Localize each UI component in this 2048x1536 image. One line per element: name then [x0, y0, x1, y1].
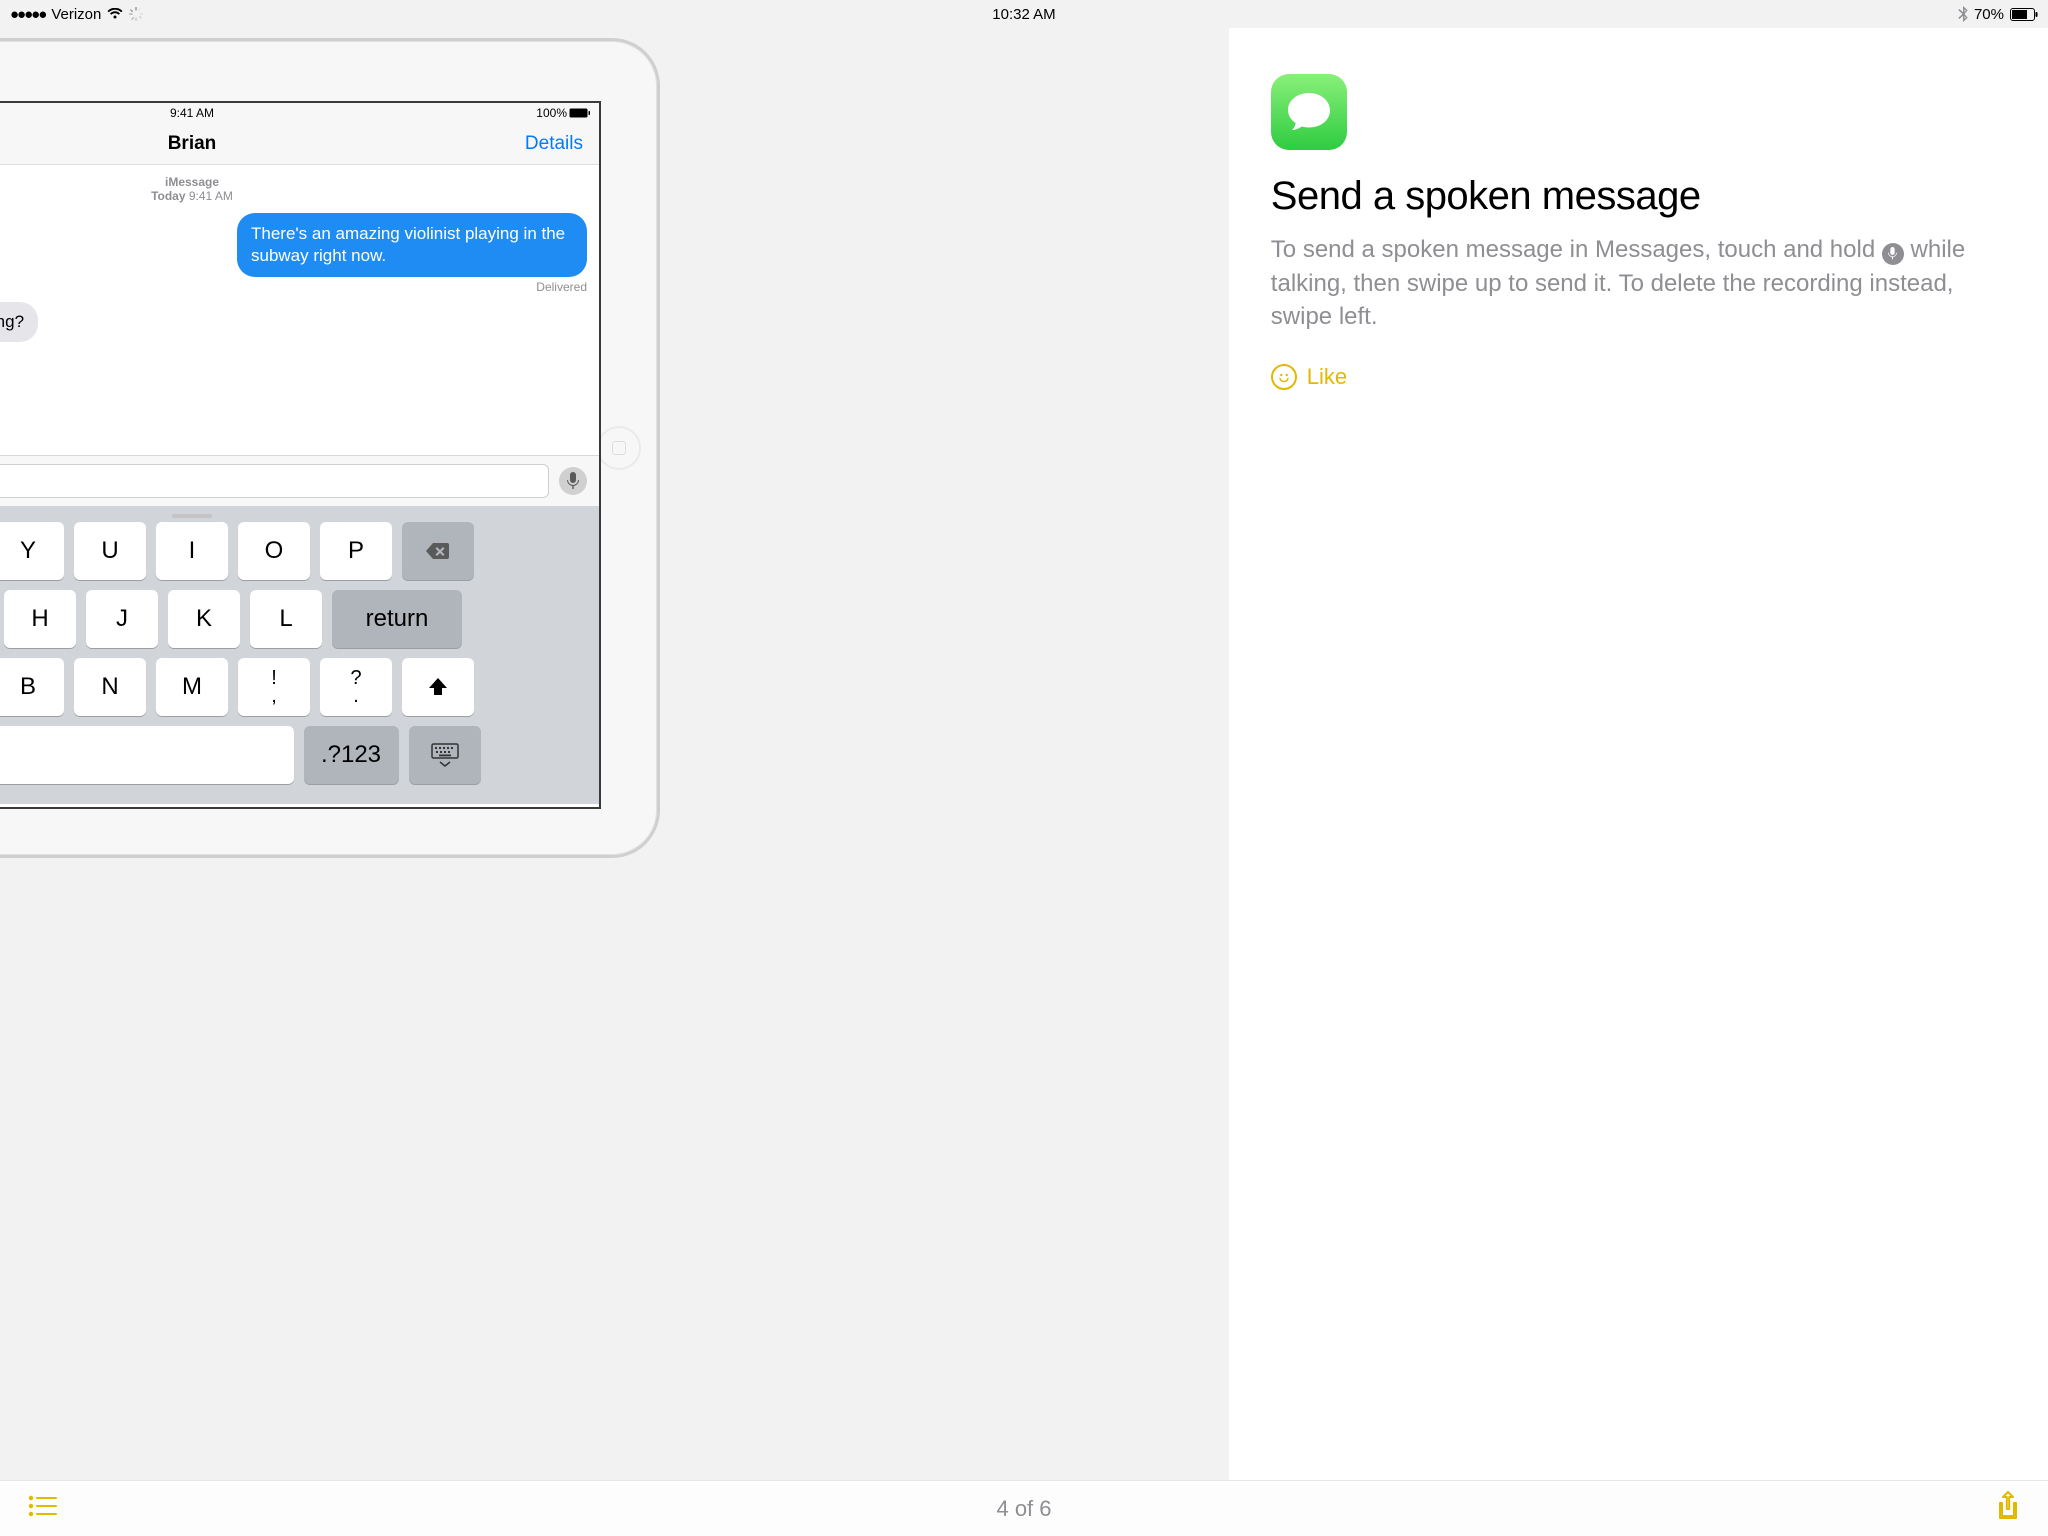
key-question-period[interactable]: ?.	[320, 658, 392, 716]
footer-toolbar: 4 of 6	[0, 1480, 2048, 1536]
messages-app-icon	[1271, 74, 1347, 150]
key-L[interactable]: L	[250, 590, 322, 648]
smiley-icon	[1271, 364, 1297, 390]
return-key[interactable]: return	[332, 590, 462, 648]
inner-status-bar: 9:41 AM 100%	[0, 103, 599, 123]
carrier-label: Verizon	[51, 6, 101, 23]
wifi-icon	[107, 8, 123, 20]
home-button-icon	[597, 426, 641, 470]
status-time: 10:32 AM	[992, 6, 1055, 23]
key-M[interactable]: M	[156, 658, 228, 716]
tip-body: To send a spoken message in Messages, to…	[1271, 233, 1996, 334]
key-P[interactable]: P	[320, 522, 392, 580]
inner-time: 9:41 AM	[170, 106, 214, 120]
space-key[interactable]	[0, 726, 294, 784]
illustration-pane: 9:41 AM 100% Brian Details iMessage Toda…	[0, 28, 1229, 1480]
contact-name: Brian	[168, 133, 217, 155]
mic-button[interactable]	[559, 467, 587, 495]
details-button[interactable]: Details	[525, 133, 583, 155]
toc-button[interactable]	[28, 1495, 58, 1522]
key-U[interactable]: U	[74, 522, 146, 580]
key-B[interactable]: B	[0, 658, 64, 716]
key-H[interactable]: H	[4, 590, 76, 648]
like-button[interactable]: Like	[1271, 364, 1996, 390]
inner-battery-icon	[569, 108, 591, 118]
shift-key[interactable]	[402, 658, 474, 716]
key-O[interactable]: O	[238, 522, 310, 580]
key-N[interactable]: N	[74, 658, 146, 716]
battery-percent: 70%	[1974, 6, 2004, 23]
bluetooth-icon	[1958, 6, 1968, 22]
battery-icon	[2010, 8, 2038, 21]
compose-input[interactable]: |iMessage	[0, 464, 549, 498]
backspace-key[interactable]	[402, 522, 474, 580]
key-J[interactable]: J	[86, 590, 158, 648]
share-button[interactable]	[1996, 1491, 2020, 1526]
keyboard: TYUIOP GHJKLreturn VBNM!,?. .?123	[0, 506, 599, 804]
signal-dots-icon: ●●●●●	[10, 6, 45, 23]
compose-bar: |iMessage	[0, 455, 599, 506]
messages-header: Brian Details	[0, 123, 599, 165]
key-K[interactable]: K	[168, 590, 240, 648]
delivered-label: Delivered	[0, 280, 587, 294]
key-exclaim-comma[interactable]: !,	[238, 658, 310, 716]
thread-timestamp: iMessage Today 9:41 AM	[0, 175, 587, 203]
like-label: Like	[1307, 364, 1347, 390]
tip-title: Send a spoken message	[1271, 174, 1996, 219]
outer-status-bar: ●●●●● Verizon 10:32 AM 70%	[0, 0, 2048, 28]
outgoing-bubble: There's an amazing violinist playing in …	[237, 213, 587, 277]
inner-battery-percent: 100%	[536, 106, 567, 120]
incoming-bubble: Really? What's she playing?	[0, 302, 38, 342]
loading-spinner-icon	[129, 7, 143, 21]
key-I[interactable]: I	[156, 522, 228, 580]
tip-panel: Send a spoken message To send a spoken m…	[1229, 28, 2048, 1480]
ipad-device-frame: 9:41 AM 100% Brian Details iMessage Toda…	[0, 38, 660, 858]
keyboard-handle-icon[interactable]	[172, 514, 212, 518]
inline-mic-icon	[1882, 243, 1904, 265]
key-Y[interactable]: Y	[0, 522, 64, 580]
hide-keyboard-key[interactable]	[409, 726, 481, 784]
page-indicator: 4 of 6	[996, 1496, 1051, 1522]
numbers-toggle-key[interactable]: .?123	[304, 726, 399, 784]
